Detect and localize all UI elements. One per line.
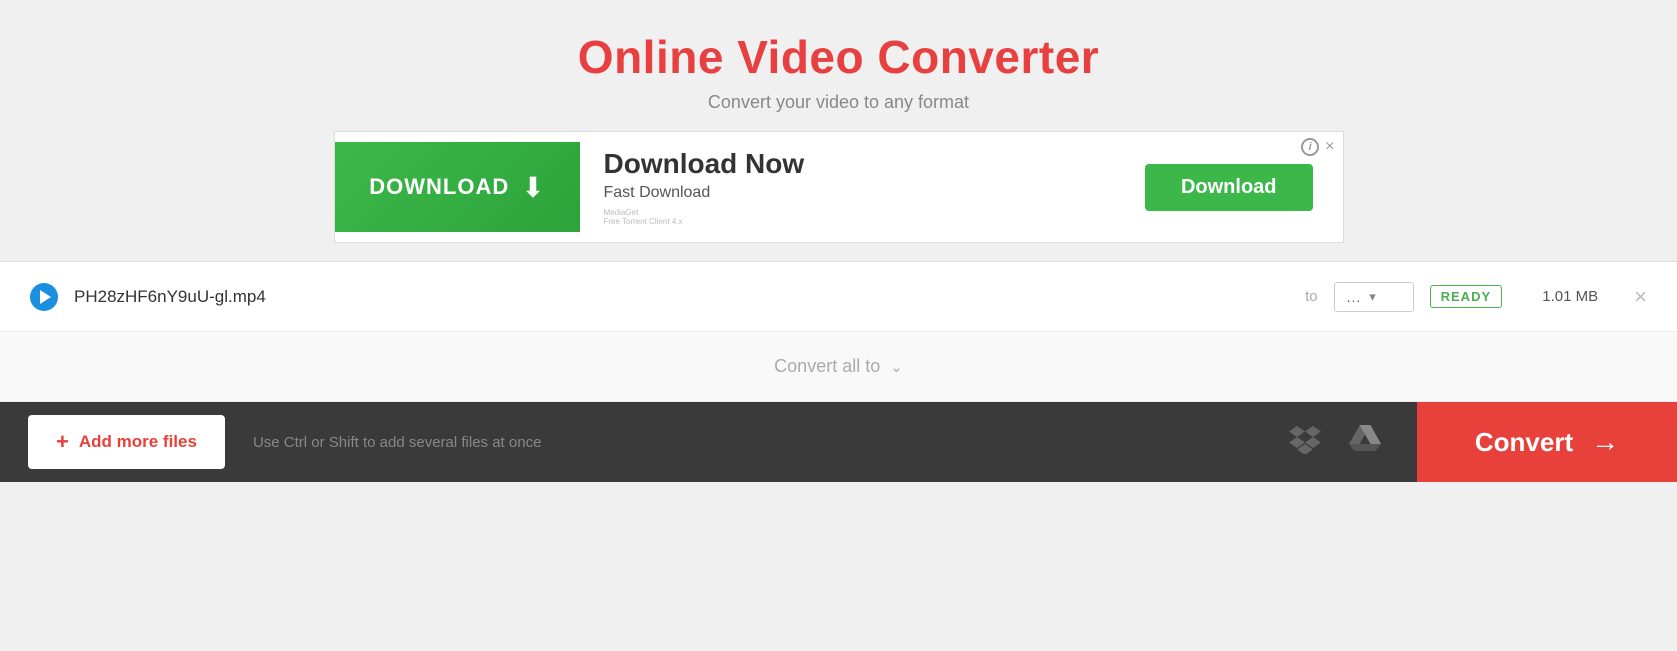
- convert-all-label: Convert all to: [774, 356, 880, 377]
- ad-middle-panel: Download Now Fast Download MediaGetFree …: [580, 132, 1115, 242]
- file-size: 1.01 MB: [1518, 288, 1598, 305]
- convert-all-chevron-icon: ⌄: [890, 358, 903, 376]
- converter-area: PH28zHF6nY9uU-gl.mp4 to ... ▾ READY 1.01…: [0, 261, 1677, 402]
- ad-download-arrow-icon: ⬇: [521, 171, 544, 204]
- bottom-bar: + Add more files Use Ctrl or Shift to ad…: [0, 402, 1677, 482]
- add-plus-icon: +: [56, 429, 69, 455]
- page-subtitle: Convert your video to any format: [578, 92, 1099, 113]
- ad-banner: i × DOWNLOAD ⬇ Download Now Fast Downloa…: [334, 131, 1344, 243]
- ready-badge: READY: [1430, 285, 1503, 308]
- add-files-label: Add more files: [79, 432, 197, 452]
- ad-watermark: MediaGetFree Torrent Client 4.x: [604, 208, 1091, 226]
- ad-download-button[interactable]: Download: [1145, 164, 1313, 211]
- hint-text: Use Ctrl or Shift to add several files a…: [253, 434, 1253, 451]
- ad-info-icon[interactable]: i: [1301, 138, 1319, 156]
- convert-arrow-icon: →: [1591, 426, 1619, 458]
- file-row: PH28zHF6nY9uU-gl.mp4 to ... ▾ READY 1.01…: [0, 262, 1677, 332]
- ad-now-title: Download Now: [604, 148, 1091, 180]
- header: Online Video Converter Convert your vide…: [578, 0, 1099, 131]
- ad-download-label: DOWNLOAD: [369, 174, 509, 200]
- cloud-icons: [1253, 422, 1417, 462]
- add-more-files-button[interactable]: + Add more files: [28, 415, 225, 469]
- convert-label: Convert: [1475, 427, 1573, 458]
- page-title: Online Video Converter: [578, 30, 1099, 84]
- dropdown-chevron-icon: ▾: [1369, 289, 1376, 305]
- ad-icons: i ×: [1301, 138, 1334, 156]
- ad-close-icon[interactable]: ×: [1325, 139, 1334, 155]
- format-dropdown[interactable]: ... ▾: [1334, 282, 1414, 312]
- file-close-button[interactable]: ×: [1634, 286, 1647, 308]
- play-icon[interactable]: [30, 283, 58, 311]
- ad-left-panel: DOWNLOAD ⬇: [335, 142, 580, 232]
- play-triangle: [40, 290, 51, 304]
- ad-fast-label: Fast Download: [604, 184, 1091, 202]
- google-drive-icon[interactable]: [1349, 422, 1381, 462]
- convert-all-row[interactable]: Convert all to ⌄: [0, 332, 1677, 402]
- dropbox-icon[interactable]: [1289, 422, 1321, 462]
- page-wrapper: Online Video Converter Convert your vide…: [0, 0, 1677, 651]
- format-dots: ...: [1347, 289, 1362, 305]
- ad-right-panel: Download: [1115, 164, 1343, 211]
- convert-button[interactable]: Convert →: [1417, 402, 1677, 482]
- file-name: PH28zHF6nY9uU-gl.mp4: [74, 287, 1289, 307]
- to-label: to: [1305, 288, 1318, 305]
